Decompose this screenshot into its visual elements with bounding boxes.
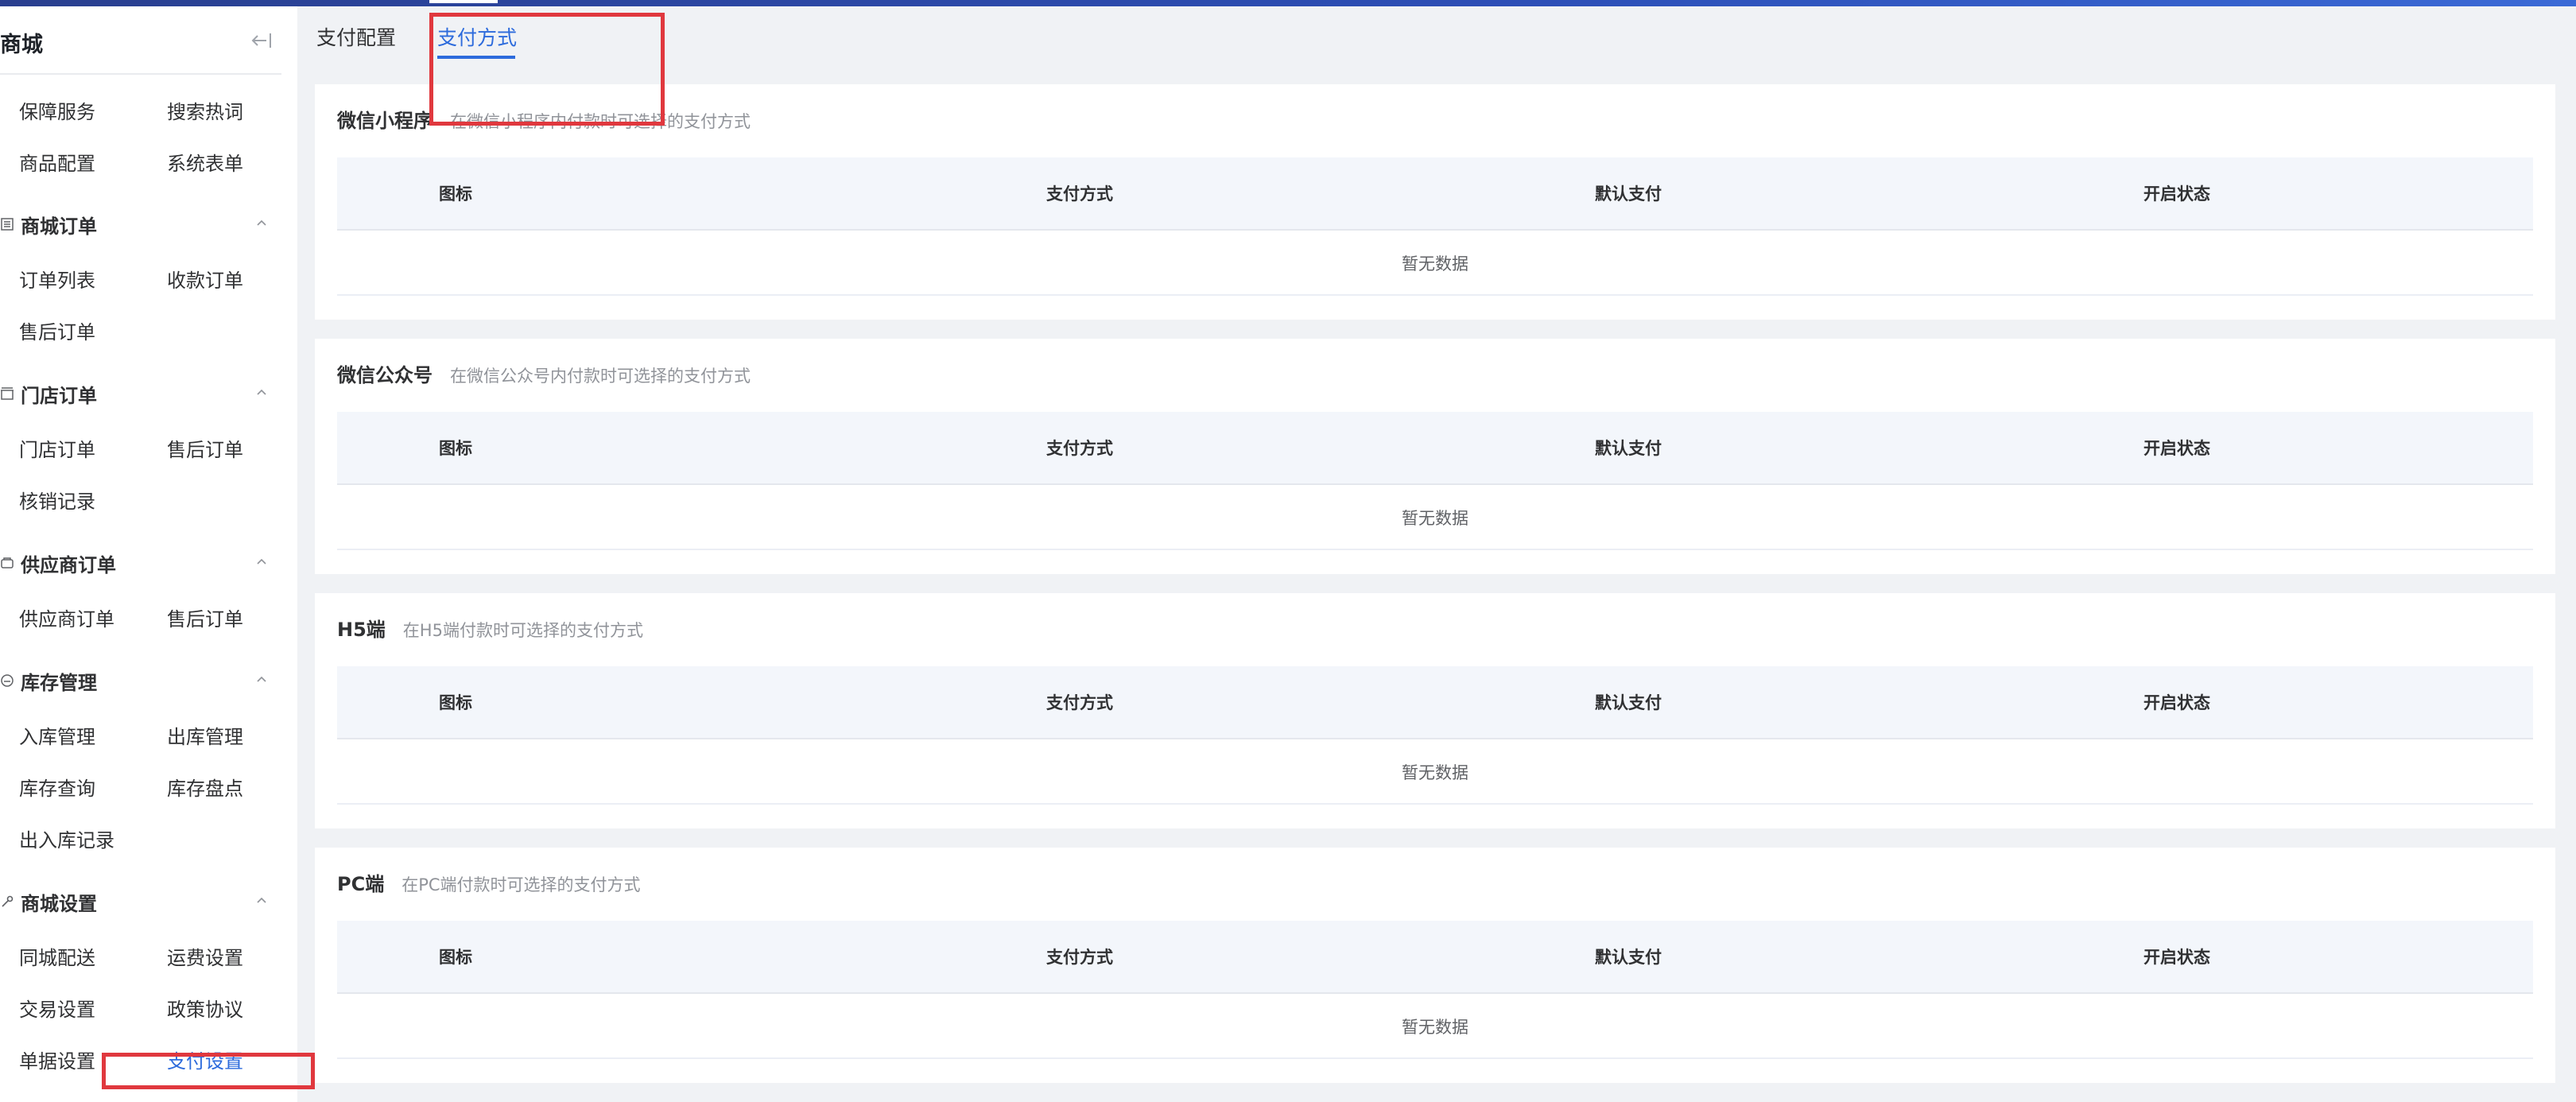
column-header-status: 开启状态 bbox=[2143, 184, 2210, 204]
table-body: 暂无数据 bbox=[337, 485, 2533, 550]
sidebar-item-goods-config[interactable]: 商品配置 bbox=[19, 146, 95, 177]
section-h5: H5端 在H5端付款时可选择的支付方式 图标 支付方式 默认支付 开启状态 暂无… bbox=[315, 593, 2555, 828]
payment-methods-table: 图标 支付方式 默认支付 开启状态 暂无数据 bbox=[337, 157, 2533, 296]
column-header-icon: 图标 bbox=[439, 184, 472, 204]
table-body: 暂无数据 bbox=[337, 739, 2533, 805]
column-header-method: 支付方式 bbox=[1046, 948, 1113, 967]
sidebar-group-mall-orders[interactable]: 商城订单 bbox=[0, 208, 278, 240]
sidebar-item-local-delivery[interactable]: 同城配送 bbox=[19, 940, 95, 972]
box-icon bbox=[1, 557, 14, 568]
sidebar-item-inbound[interactable]: 入库管理 bbox=[19, 719, 95, 751]
sidebar-item-store-after-sale[interactable]: 售后订单 bbox=[167, 432, 243, 464]
chevron-up-icon bbox=[257, 389, 266, 395]
sidebar-item-document-settings[interactable]: 单据设置 bbox=[19, 1043, 95, 1075]
chevron-up-icon bbox=[257, 676, 266, 682]
section-header: 微信公众号 在微信公众号内付款时可选择的支付方式 bbox=[337, 359, 751, 387]
top-bar-highlight bbox=[429, 0, 498, 3]
section-title: PC端 bbox=[337, 873, 385, 895]
sidebar-title: 商城 bbox=[0, 33, 43, 57]
column-header-method: 支付方式 bbox=[1046, 693, 1113, 712]
table-header: 图标 支付方式 默认支付 开启状态 bbox=[337, 921, 2533, 994]
sidebar-item-store-orders[interactable]: 门店订单 bbox=[19, 432, 95, 464]
sidebar-group-label: 门店订单 bbox=[21, 384, 97, 407]
column-header-default: 默认支付 bbox=[1595, 693, 1662, 712]
sidebar-group-supplier-orders[interactable]: 供应商订单 bbox=[0, 547, 278, 579]
top-accent-bar bbox=[0, 0, 2576, 6]
sidebar-item-guarantee[interactable]: 保障服务 bbox=[19, 94, 95, 126]
column-header-status: 开启状态 bbox=[2143, 948, 2210, 967]
sidebar-item-trade-settings[interactable]: 交易设置 bbox=[19, 991, 95, 1023]
sidebar-item-after-sale-orders[interactable]: 售后订单 bbox=[19, 314, 95, 346]
sidebar-group-stock[interactable]: 库存管理 bbox=[0, 665, 278, 697]
tab-payment-config[interactable]: 支付配置 bbox=[316, 22, 396, 51]
section-description: 在PC端付款时可选择的支付方式 bbox=[402, 875, 641, 894]
sidebar-item-stock-count[interactable]: 库存盘点 bbox=[167, 770, 243, 802]
sidebar: 商城 保障服务 搜索热词 商品配置 系统表单 商城订单 订单列表 收款订单 售后… bbox=[0, 6, 297, 1102]
column-header-default: 默认支付 bbox=[1595, 439, 1662, 458]
sidebar-item-system-form[interactable]: 系统表单 bbox=[167, 146, 243, 177]
column-header-status: 开启状态 bbox=[2143, 439, 2210, 458]
section-header: PC端 在PC端付款时可选择的支付方式 bbox=[337, 868, 641, 896]
sidebar-item-stock-records[interactable]: 出入库记录 bbox=[19, 822, 114, 854]
payment-methods-table: 图标 支付方式 默认支付 开启状态 暂无数据 bbox=[337, 921, 2533, 1059]
empty-state-text: 暂无数据 bbox=[1402, 1018, 1468, 1037]
chevron-up-icon bbox=[257, 897, 266, 903]
sidebar-item-supplier-after-sale[interactable]: 售后订单 bbox=[167, 601, 243, 633]
column-header-icon: 图标 bbox=[439, 439, 472, 458]
list-icon bbox=[1, 218, 14, 231]
sidebar-item-verification-records[interactable]: 核销记录 bbox=[19, 483, 95, 515]
highlight-box-tab bbox=[429, 13, 665, 126]
section-wechat-official-account: 微信公众号 在微信公众号内付款时可选择的支付方式 图标 支付方式 默认支付 开启… bbox=[315, 339, 2555, 574]
empty-state-text: 暂无数据 bbox=[1402, 763, 1468, 782]
section-pc: PC端 在PC端付款时可选择的支付方式 图标 支付方式 默认支付 开启状态 暂无… bbox=[315, 848, 2555, 1083]
payment-methods-table: 图标 支付方式 默认支付 开启状态 暂无数据 bbox=[337, 666, 2533, 805]
sidebar-item-outbound[interactable]: 出库管理 bbox=[167, 719, 243, 751]
section-title: 微信小程序 bbox=[337, 110, 433, 132]
sidebar-item-payment-orders[interactable]: 收款订单 bbox=[167, 262, 243, 294]
sidebar-item-order-list[interactable]: 订单列表 bbox=[19, 262, 95, 294]
column-header-icon: 图标 bbox=[439, 693, 472, 712]
column-header-default: 默认支付 bbox=[1595, 948, 1662, 967]
table-body: 暂无数据 bbox=[337, 231, 2533, 296]
highlight-box-sidebar bbox=[102, 1053, 315, 1089]
column-header-default: 默认支付 bbox=[1595, 184, 1662, 204]
column-header-method: 支付方式 bbox=[1046, 439, 1113, 458]
sidebar-group-store-orders[interactable]: 门店订单 bbox=[0, 378, 278, 409]
chevron-up-icon bbox=[257, 219, 266, 226]
empty-state-text: 暂无数据 bbox=[1402, 509, 1468, 528]
sidebar-item-policy-agreement[interactable]: 政策协议 bbox=[167, 991, 243, 1023]
section-header: H5端 在H5端付款时可选择的支付方式 bbox=[337, 614, 643, 642]
chevron-up-icon bbox=[257, 558, 266, 565]
wrench-icon bbox=[2, 895, 14, 907]
table-body: 暂无数据 bbox=[337, 994, 2533, 1059]
column-header-method: 支付方式 bbox=[1046, 184, 1113, 204]
section-title: H5端 bbox=[337, 619, 386, 641]
sidebar-group-label: 供应商订单 bbox=[21, 553, 116, 576]
stock-icon bbox=[1, 674, 14, 687]
sidebar-header: 商城 bbox=[0, 6, 281, 75]
sidebar-item-hot-search[interactable]: 搜索热词 bbox=[167, 94, 243, 126]
sidebar-item-supplier-orders[interactable]: 供应商订单 bbox=[19, 601, 114, 633]
payment-methods-table: 图标 支付方式 默认支付 开启状态 暂无数据 bbox=[337, 412, 2533, 550]
sidebar-group-label: 商城订单 bbox=[21, 215, 97, 238]
sidebar-group-label: 库存管理 bbox=[21, 671, 97, 694]
table-header: 图标 支付方式 默认支付 开启状态 bbox=[337, 157, 2533, 231]
collapse-sidebar-icon[interactable] bbox=[250, 29, 274, 52]
sidebar-group-label: 商城设置 bbox=[21, 892, 97, 915]
sidebar-item-stock-query[interactable]: 库存查询 bbox=[19, 770, 95, 802]
section-description: 在微信公众号内付款时可选择的支付方式 bbox=[450, 367, 751, 386]
sidebar-group-mall-settings[interactable]: 商城设置 bbox=[0, 886, 278, 918]
table-header: 图标 支付方式 默认支付 开启状态 bbox=[337, 666, 2533, 739]
column-header-status: 开启状态 bbox=[2143, 693, 2210, 712]
column-header-icon: 图标 bbox=[439, 948, 472, 967]
table-header: 图标 支付方式 默认支付 开启状态 bbox=[337, 412, 2533, 485]
empty-state-text: 暂无数据 bbox=[1402, 254, 1468, 274]
section-description: 在H5端付款时可选择的支付方式 bbox=[402, 621, 643, 640]
sidebar-item-shipping-settings[interactable]: 运费设置 bbox=[167, 940, 243, 972]
store-icon bbox=[1, 387, 14, 400]
section-title: 微信公众号 bbox=[337, 364, 433, 386]
